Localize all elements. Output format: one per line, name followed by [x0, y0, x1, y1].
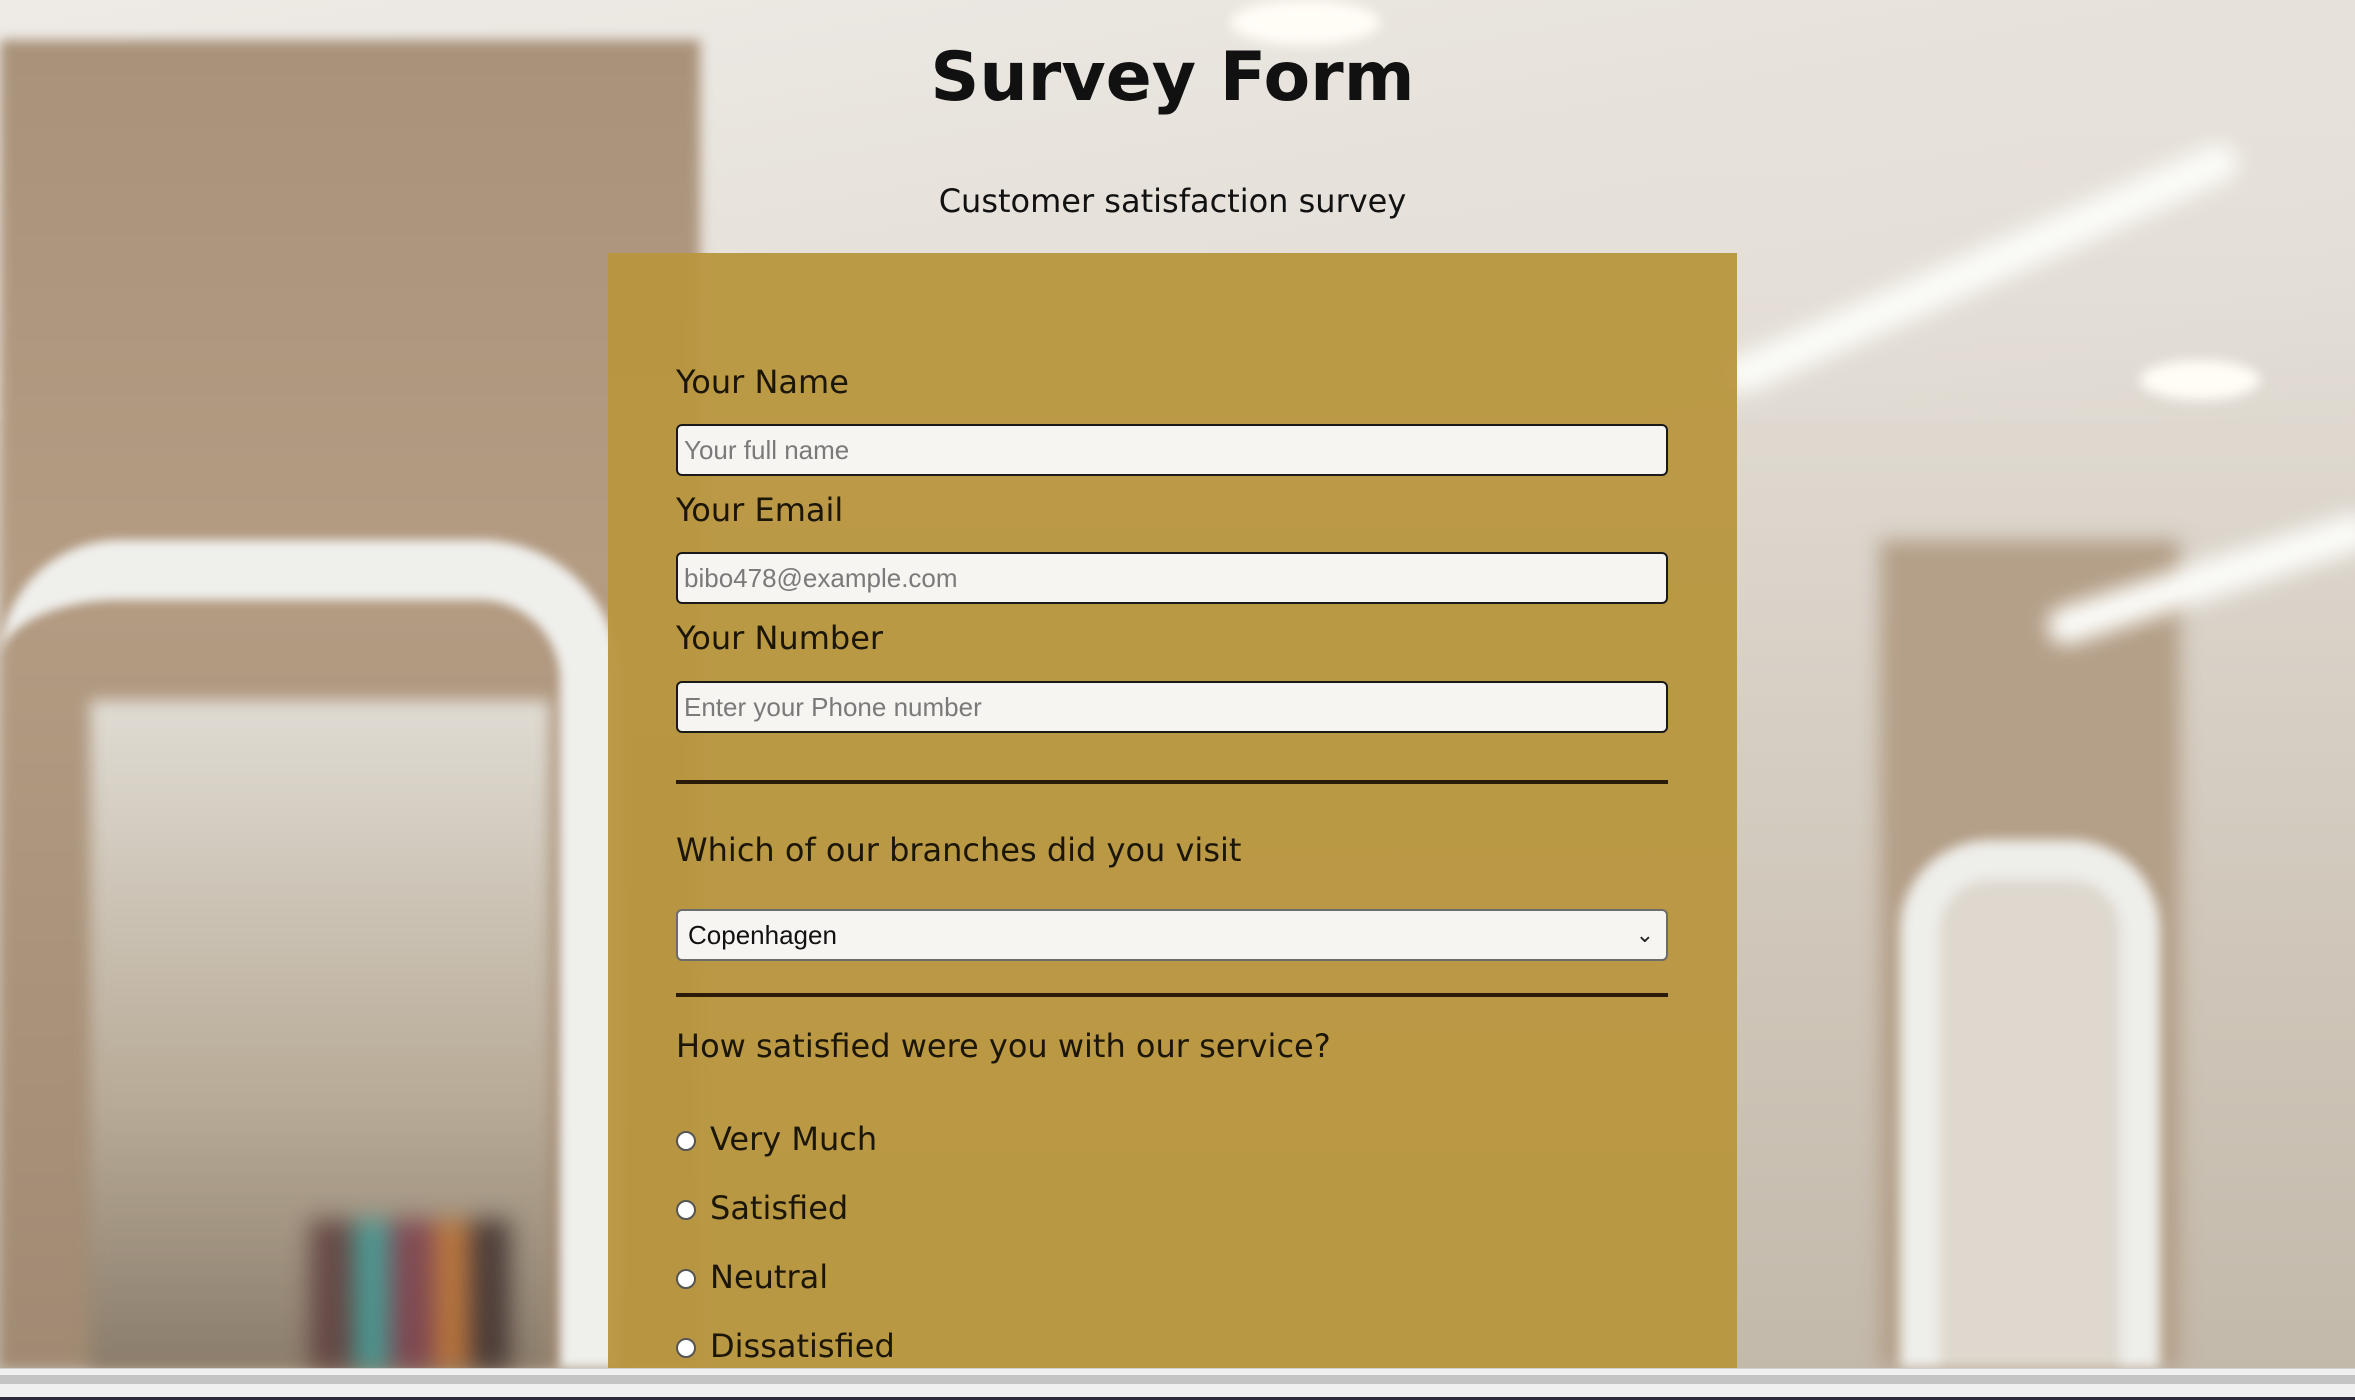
radio-label: Dissatisfied [710, 1327, 895, 1365]
page-title: Survey Form [930, 38, 1415, 117]
divider [676, 780, 1668, 784]
number-label: Your Number [676, 619, 884, 657]
email-input[interactable] [676, 552, 1668, 604]
radio-label: Very Much [710, 1120, 878, 1158]
satisfaction-option-satisfied[interactable]: Satisfied [676, 1188, 848, 1228]
radio-button[interactable] [676, 1131, 696, 1151]
radio-button[interactable] [676, 1338, 696, 1358]
radio-button[interactable] [676, 1269, 696, 1289]
email-label: Your Email [676, 491, 844, 529]
name-label: Your Name [676, 363, 849, 401]
satisfaction-option-very-much[interactable]: Very Much [676, 1119, 877, 1159]
name-input[interactable] [676, 424, 1668, 476]
survey-form: Your Name Your Email Your Number Which o… [608, 253, 1737, 1368]
satisfaction-option-dissatisfied[interactable]: Dissatisfied [676, 1326, 895, 1366]
branch-question: Which of our branches did you visit [676, 831, 1242, 869]
radio-label: Satisfied [710, 1189, 849, 1227]
chevron-down-icon: ⌄ [1635, 922, 1654, 947]
branch-select[interactable]: Copenhagen ⌄ [676, 909, 1668, 961]
satisfaction-question: How satisfied were you with our service? [676, 1027, 1331, 1065]
satisfaction-option-neutral[interactable]: Neutral [676, 1257, 828, 1297]
branch-select-value: Copenhagen [688, 920, 837, 950]
page-description: Customer satisfaction survey [938, 182, 1407, 220]
radio-button[interactable] [676, 1200, 696, 1220]
horizontal-scrollbar[interactable] [0, 1368, 2355, 1400]
scrollbar-thumb[interactable] [0, 1375, 2355, 1384]
radio-label: Neutral [710, 1258, 829, 1296]
number-input[interactable] [676, 681, 1668, 733]
divider [676, 993, 1668, 997]
